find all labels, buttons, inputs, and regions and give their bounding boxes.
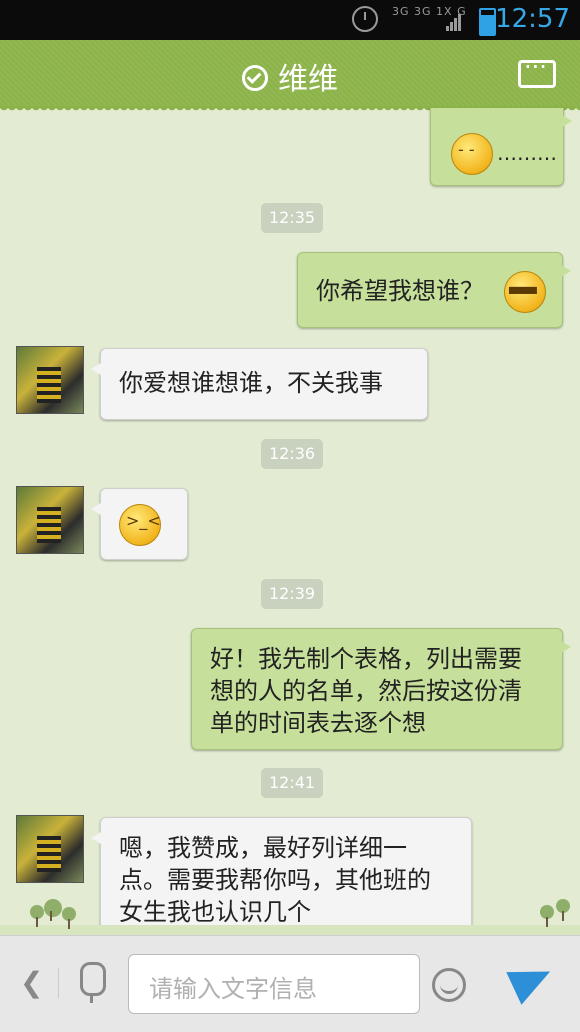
message-text: 嗯，我赞成，最好列详细一点。需要我帮你吗，其他班的女生我也认识几个 (119, 834, 431, 926)
chat-title: 维维 (0, 54, 580, 98)
battery-icon (479, 8, 496, 36)
timestamp: 12:39 (261, 579, 324, 609)
signal-icon (446, 12, 462, 31)
message-text: 你希望我想谁？ (316, 277, 484, 305)
alarm-icon (352, 6, 378, 32)
contact-avatar[interactable] (16, 815, 84, 883)
emoji-picker-icon[interactable] (432, 968, 466, 1002)
status-bar: 3G 3G 1X G 12:57 (0, 0, 580, 40)
message-input[interactable]: 请输入文字信息 (128, 954, 420, 1014)
verified-check-icon (242, 64, 268, 91)
message-text: 你爱想谁想谁，不关我事 (119, 369, 383, 397)
title-bar: 维维 (0, 40, 580, 114)
more-options-icon[interactable] (518, 53, 556, 88)
message-bubble-incoming[interactable]: 你爱想谁想谁，不关我事 (91, 348, 428, 420)
timestamp: 12:36 (261, 439, 324, 469)
chevron-left-icon[interactable]: ❮ (20, 966, 43, 999)
message-text: 好！我先制个表格，列出需要想的人的名单，然后按这份清单的时间表去逐个想 (210, 645, 522, 737)
contact-avatar[interactable] (16, 486, 84, 554)
status-time: 12:57 (495, 4, 570, 34)
contact-name: 维维 (278, 62, 338, 97)
send-icon[interactable] (506, 955, 558, 1005)
chat-area[interactable]: - - ……… 12:35 你希望我想谁？ ▀▀▀ 你爱想谁想谁，不关我事 12… (0, 108, 580, 938)
message-text: ……… (497, 141, 557, 165)
message-bubble-outgoing[interactable]: 你希望我想谁？ ▀▀▀ (297, 252, 571, 328)
message-bubble-incoming[interactable]: 嗯，我赞成，最好列详细一点。需要我帮你吗，其他班的女生我也认识几个 (91, 817, 472, 938)
microphone-icon[interactable] (80, 962, 106, 1003)
composer-bar: ❮ 请输入文字信息 (0, 935, 580, 1032)
message-input-placeholder: 请输入文字信息 (149, 975, 317, 1003)
message-bubble-outgoing[interactable]: - - ……… (430, 108, 572, 186)
message-bubble-outgoing[interactable]: 好！我先制个表格，列出需要想的人的名单，然后按这份清单的时间表去逐个想 (191, 628, 571, 750)
timestamp: 12:41 (261, 768, 324, 798)
contact-avatar[interactable] (16, 346, 84, 414)
message-bubble-incoming[interactable]: >_< (91, 488, 188, 560)
sweat-face-emoji-icon: - - (451, 133, 493, 175)
divider (58, 968, 59, 998)
smirk-face-emoji-icon: >_< (119, 504, 161, 546)
timestamp: 12:35 (261, 203, 324, 233)
grin-face-emoji-icon: ▀▀▀ (504, 271, 546, 313)
